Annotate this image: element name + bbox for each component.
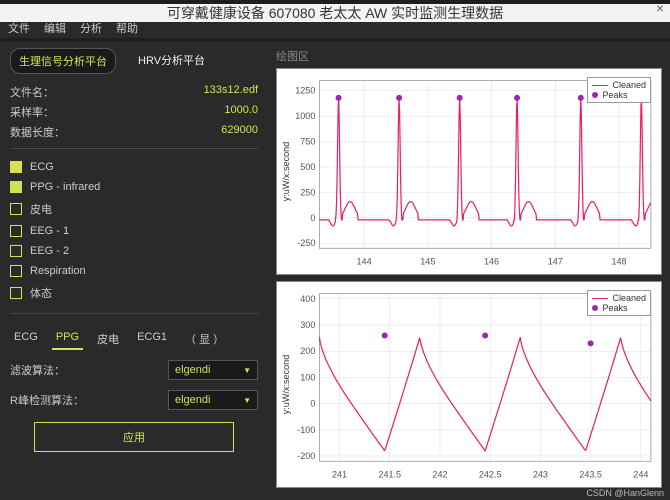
chevron-down-icon: ▼ [243, 366, 251, 375]
btab-more[interactable]: （ 显 ） [181, 328, 228, 350]
btab-eda[interactable]: 皮电 [93, 328, 123, 350]
svg-text:242.5: 242.5 [479, 469, 502, 479]
legend: Cleaned Peaks [587, 77, 651, 103]
checkbox-icon [10, 245, 22, 257]
svg-text:400: 400 [300, 294, 315, 304]
length-value: 629000 [221, 124, 258, 140]
menu-edit[interactable]: 编辑 [44, 20, 66, 36]
checkbox-icon [10, 287, 22, 299]
chart-area-title: 绘图区 [276, 48, 662, 64]
svg-text:500: 500 [300, 162, 315, 172]
chart-area: 绘图区 -25002505007501000125014414514614714… [268, 42, 670, 500]
svg-text:y:uW/x:second: y:uW/x:second [281, 355, 291, 415]
menu-file[interactable]: 文件 [8, 20, 30, 36]
channel-eda[interactable]: 皮电 [10, 201, 258, 217]
channel-list: ECG PPG - infrared 皮电 EEG - 1 EEG - 2 Re… [10, 161, 258, 301]
svg-text:144: 144 [356, 256, 371, 266]
checkbox-icon [10, 225, 22, 237]
tab-hrv[interactable]: HRV分析平台 [130, 48, 213, 74]
svg-text:y:uW/x:second: y:uW/x:second [281, 142, 291, 202]
filename-label: 文件名： [10, 84, 54, 100]
menu-analyze[interactable]: 分析 [80, 20, 102, 36]
filter-label: 滤波算法： [10, 362, 65, 378]
svg-text:100: 100 [300, 372, 315, 382]
checkbox-icon [10, 181, 22, 193]
samplerate-label: 采样率： [10, 104, 54, 120]
btab-ecg1[interactable]: ECG1 [133, 328, 171, 350]
svg-text:1000: 1000 [295, 111, 315, 121]
channel-resp[interactable]: Respiration [10, 265, 258, 277]
svg-text:241: 241 [332, 469, 347, 479]
svg-text:-250: -250 [297, 238, 315, 248]
svg-text:147: 147 [548, 256, 563, 266]
channel-eeg1[interactable]: EEG - 1 [10, 225, 258, 237]
checkbox-icon [10, 265, 22, 277]
checkbox-icon [10, 161, 22, 173]
close-icon[interactable]: × [656, 0, 664, 16]
peak-select[interactable]: elgendi▼ [168, 390, 258, 410]
svg-text:244: 244 [633, 469, 648, 479]
svg-text:200: 200 [300, 346, 315, 356]
peak-label: R峰检测算法： [10, 392, 84, 408]
svg-text:243: 243 [533, 469, 548, 479]
svg-text:148: 148 [611, 256, 626, 266]
menu-help[interactable]: 帮助 [116, 20, 138, 36]
svg-text:250: 250 [300, 187, 315, 197]
length-label: 数据长度： [10, 124, 65, 140]
svg-text:242: 242 [432, 469, 447, 479]
btab-ecg[interactable]: ECG [10, 328, 42, 350]
svg-text:243.5: 243.5 [579, 469, 602, 479]
sidebar: 生理信号分析平台 HRV分析平台 文件名： 133s12.edf 采样率： 1000… [0, 42, 268, 500]
svg-text:300: 300 [300, 320, 315, 330]
svg-text:145: 145 [420, 256, 435, 266]
watermark: CSDN @HanGlenn [586, 488, 664, 498]
svg-text:0: 0 [310, 399, 315, 409]
svg-text:-100: -100 [297, 425, 315, 435]
checkbox-icon [10, 203, 22, 215]
channel-body[interactable]: 体态 [10, 285, 258, 301]
filename-value: 133s12.edf [204, 84, 258, 100]
btab-ppg[interactable]: PPG [52, 328, 83, 350]
chart-ecg: -250 0 250 500 750 1000 1250 144 145 146 147 148 y:u… [276, 68, 662, 275]
channel-eeg2[interactable]: EEG - 2 [10, 245, 258, 257]
svg-text:241.5: 241.5 [378, 469, 401, 479]
chart-ppg: -200 -100 0 100 200 300 400 241 241.5 242 242.5 243… [276, 281, 662, 488]
svg-text:0: 0 [310, 213, 315, 223]
svg-text:1250: 1250 [295, 86, 315, 96]
svg-text:146: 146 [484, 256, 499, 266]
svg-text:-200: -200 [297, 451, 315, 461]
samplerate-value: 1000.0 [224, 104, 258, 120]
chevron-down-icon: ▼ [243, 396, 251, 405]
tab-physio[interactable]: 生理信号分析平台 [10, 48, 116, 74]
window-title: 可穿戴健康设备 607080 老太太 AW 实时监测生理数据 [0, 4, 670, 22]
legend: Cleaned Peaks [587, 290, 651, 316]
channel-ppg[interactable]: PPG - infrared [10, 181, 258, 193]
svg-text:750: 750 [300, 137, 315, 147]
apply-button[interactable]: 应用 [34, 422, 234, 452]
filter-select[interactable]: elgendi▼ [168, 360, 258, 380]
channel-ecg[interactable]: ECG [10, 161, 258, 173]
